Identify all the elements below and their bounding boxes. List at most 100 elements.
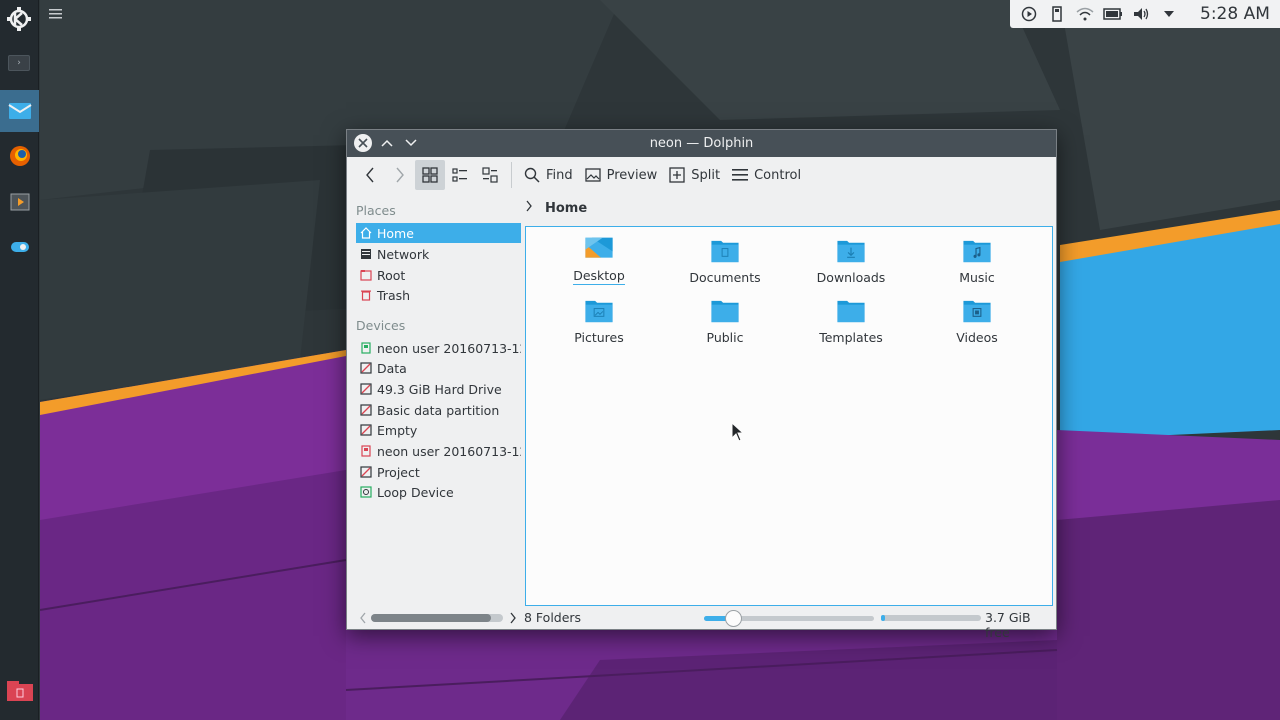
details-view-button[interactable]: [475, 160, 505, 190]
control-label: Control: [754, 167, 802, 183]
breadcrumb-chevron-icon[interactable]: [525, 200, 533, 216]
videos-folder-icon: [963, 300, 991, 323]
device-item-label: neon user 20160713-12:4: [377, 443, 521, 459]
places-item-label: Trash: [377, 287, 411, 303]
back-button[interactable]: [355, 160, 385, 190]
find-button[interactable]: Find: [518, 160, 579, 190]
mail-icon[interactable]: [0, 90, 39, 132]
split-label: Split: [691, 167, 721, 183]
left-panel: ›: [0, 0, 39, 720]
zoom-slider-handle[interactable]: [725, 610, 742, 627]
places-horizontal-scrollbar[interactable]: [371, 614, 503, 622]
pager-toggle[interactable]: ›: [8, 55, 30, 71]
pictures-folder-icon: [585, 300, 613, 323]
device-item-label: Basic data partition: [377, 402, 500, 418]
maximize-icon[interactable]: [378, 134, 396, 152]
minimize-icon[interactable]: [402, 134, 420, 152]
home-icon: [360, 227, 372, 239]
file-view[interactable]: Desktop Documents Downloads Music Pictur…: [525, 226, 1053, 606]
folder-name: Pictures: [574, 330, 624, 345]
device-item[interactable]: neon user 20160713-12:4: [356, 441, 521, 461]
hard-drive-icon: [360, 424, 372, 436]
media-play-icon[interactable]: [1018, 4, 1040, 24]
find-label: Find: [546, 167, 573, 183]
preview-button[interactable]: Preview: [579, 160, 664, 190]
scroll-right-icon[interactable]: [509, 612, 517, 627]
control-button[interactable]: Control: [726, 160, 807, 190]
icons-view-button[interactable]: [415, 160, 445, 190]
media-player-icon[interactable]: [0, 181, 39, 223]
device-item-label: neon user 20160713-12:4: [377, 340, 521, 356]
downloads-folder-icon: [837, 240, 865, 263]
device-item[interactable]: Project: [356, 462, 521, 482]
root-folder-icon: [360, 269, 372, 281]
system-tray: 5:28 AM: [1010, 0, 1280, 28]
desktop-menu-icon[interactable]: [49, 8, 63, 20]
compact-view-button[interactable]: [445, 160, 475, 190]
kde-launcher-icon[interactable]: [5, 5, 33, 33]
device-item[interactable]: Empty: [356, 420, 521, 440]
folder-item-videos[interactable]: Videos: [922, 287, 1032, 345]
device-item[interactable]: Basic data partition: [356, 400, 521, 420]
device-item[interactable]: neon user 20160713-12:4: [356, 338, 521, 358]
folder-item-public[interactable]: Public: [670, 287, 780, 345]
free-space-bar: [881, 615, 981, 621]
usb-device-icon[interactable]: [1046, 4, 1068, 24]
places-item-label: Network: [377, 246, 430, 262]
public-folder-icon: [711, 300, 739, 323]
trash-icon[interactable]: [6, 680, 34, 706]
wifi-icon[interactable]: [1074, 4, 1096, 24]
folder-item-documents[interactable]: Documents: [670, 227, 780, 285]
scroll-left-icon[interactable]: [359, 612, 367, 627]
places-item-home[interactable]: Home: [356, 223, 521, 243]
breadcrumb-home[interactable]: Home: [545, 201, 587, 216]
firefox-icon[interactable]: [0, 135, 39, 177]
kde-connect-icon[interactable]: [0, 226, 39, 268]
window-titlebar[interactable]: neon — Dolphin: [347, 130, 1056, 157]
clock[interactable]: 5:28 AM: [1200, 4, 1270, 24]
toolbar-separator: [511, 162, 512, 188]
forward-button[interactable]: [385, 160, 415, 190]
split-button[interactable]: Split: [663, 160, 726, 190]
device-item-label: Empty: [377, 422, 418, 438]
zoom-slider[interactable]: [704, 610, 874, 627]
device-item-label: Loop Device: [377, 484, 454, 500]
folder-item-music[interactable]: Music: [922, 227, 1032, 285]
folder-count-status: 8 Folders: [524, 610, 582, 625]
places-item-label: Home: [377, 225, 414, 241]
hard-drive-icon: [360, 362, 372, 374]
folder-item-downloads[interactable]: Downloads: [796, 227, 906, 285]
device-item-label: Project: [377, 464, 420, 480]
toolbar: Find Preview Split Control: [347, 157, 1056, 193]
device-item-label: Data: [377, 360, 407, 376]
device-item[interactable]: 49.3 GiB Hard Drive: [356, 379, 521, 399]
preview-icon: [584, 168, 601, 182]
folder-name: Videos: [956, 330, 998, 345]
mouse-cursor-icon: [731, 422, 745, 442]
folder-item-desktop[interactable]: Desktop: [544, 227, 654, 285]
loop-device-icon: [360, 486, 372, 498]
places-item-network[interactable]: Network: [356, 244, 521, 264]
volume-icon[interactable]: [1130, 4, 1152, 24]
music-folder-icon: [963, 240, 991, 263]
close-icon[interactable]: [354, 134, 372, 152]
folder-item-templates[interactable]: Templates: [796, 287, 906, 345]
free-space-label: 3.7 GiB free: [985, 610, 1031, 640]
hard-drive-icon: [360, 466, 372, 478]
desktop-folder-icon: [585, 237, 613, 258]
preview-label: Preview: [606, 167, 658, 183]
places-item-label: Root: [377, 267, 406, 283]
places-item-root[interactable]: Root: [356, 265, 521, 285]
search-icon: [524, 167, 540, 183]
free-space-fill: [881, 615, 885, 621]
device-item[interactable]: Loop Device: [356, 482, 521, 502]
device-item[interactable]: Data: [356, 358, 521, 378]
tray-expand-icon[interactable]: [1158, 4, 1180, 24]
documents-folder-icon: [711, 240, 739, 263]
scrollbar-thumb[interactable]: [371, 614, 491, 622]
places-item-trash[interactable]: Trash: [356, 285, 521, 305]
breadcrumb: Home: [525, 198, 587, 218]
battery-icon[interactable]: [1102, 4, 1124, 24]
folder-item-pictures[interactable]: Pictures: [544, 287, 654, 345]
network-icon: [360, 248, 372, 260]
